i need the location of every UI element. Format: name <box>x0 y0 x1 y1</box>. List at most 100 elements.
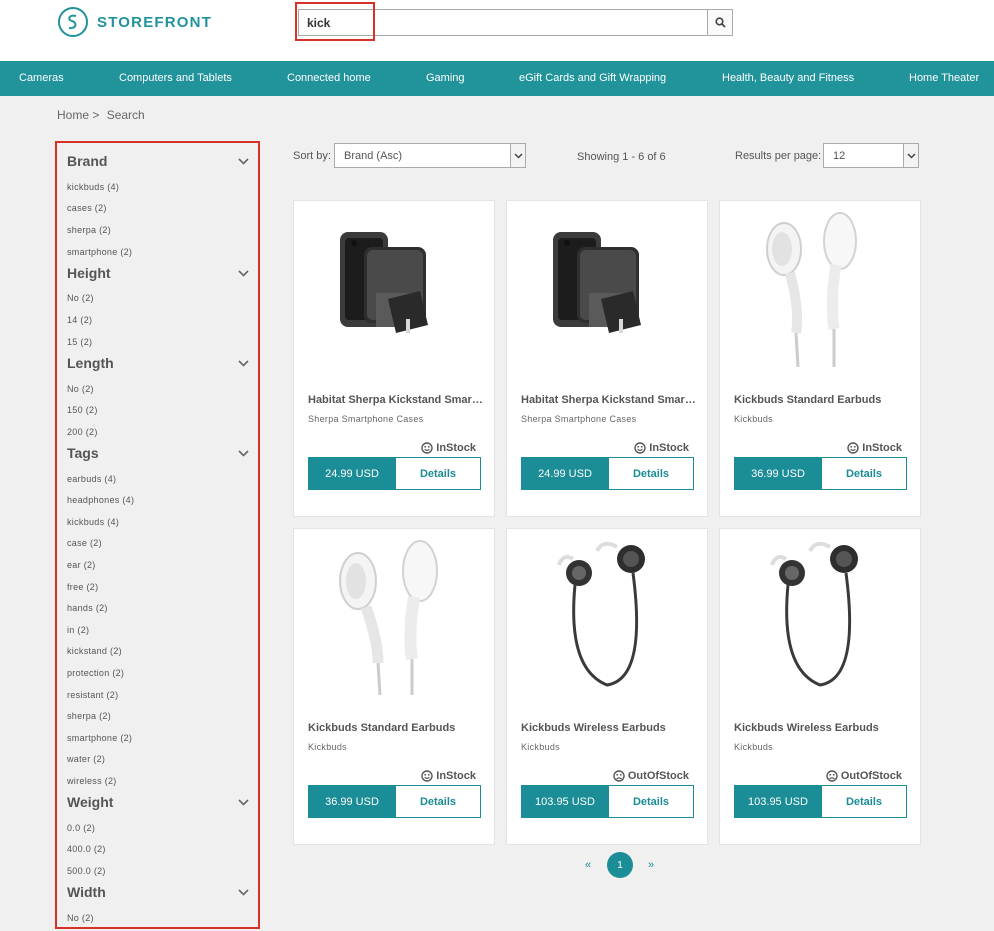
pagination-prev[interactable]: « <box>585 859 591 871</box>
facet-option[interactable]: No (2) <box>67 293 94 303</box>
facet-option[interactable]: case (2) <box>67 538 102 548</box>
details-button[interactable]: Details <box>608 785 694 818</box>
price-button[interactable]: 24.99 USD <box>308 457 396 490</box>
facet-option[interactable]: sherpa (2) <box>67 711 111 721</box>
product-image-white-earbuds[interactable] <box>720 201 920 381</box>
per-page-select[interactable]: 12 <box>823 143 919 168</box>
facet-option[interactable]: hands (2) <box>67 603 108 613</box>
price-button[interactable]: 103.95 USD <box>521 785 609 818</box>
search-input[interactable] <box>298 9 707 36</box>
nav-item-health-beauty[interactable]: Health, Beauty and Fitness <box>722 72 854 84</box>
facet-option[interactable]: wireless (2) <box>67 776 117 786</box>
product-name[interactable]: Kickbuds Wireless Earbuds <box>521 722 697 734</box>
product-name[interactable]: Habitat Sherpa Kickstand Smartphone Case <box>308 394 484 406</box>
product-card[interactable]: Kickbuds Wireless Earbuds Kickbuds OutOf… <box>719 528 921 845</box>
facet-option[interactable]: kickbuds (4) <box>67 517 119 527</box>
facet-option[interactable]: smartphone (2) <box>67 247 132 257</box>
product-name[interactable]: Habitat Sherpa Kickstand Smartphone Case <box>521 394 697 406</box>
details-button[interactable]: Details <box>395 457 481 490</box>
nav-item-home-theater[interactable]: Home Theater <box>909 72 979 84</box>
facet-option[interactable]: ear (2) <box>67 560 96 570</box>
facet-option[interactable]: sherpa (2) <box>67 225 111 235</box>
product-card[interactable]: Habitat Sherpa Kickstand Smartphone Case… <box>293 200 495 517</box>
sort-select[interactable]: Brand (Asc) <box>334 143 526 168</box>
price-button[interactable]: 36.99 USD <box>308 785 396 818</box>
nav-item-cameras[interactable]: Cameras <box>19 72 64 84</box>
facet-option[interactable]: 0.0 (2) <box>67 823 95 833</box>
product-card[interactable]: Habitat Sherpa Kickstand Smartphone Case… <box>506 200 708 517</box>
details-button[interactable]: Details <box>821 457 907 490</box>
nav-item-egift-cards[interactable]: eGift Cards and Gift Wrapping <box>519 72 666 84</box>
details-button[interactable]: Details <box>821 785 907 818</box>
logo[interactable]: STOREFRONT <box>58 7 212 37</box>
smile-icon <box>421 442 433 454</box>
chevron-down-icon[interactable] <box>238 270 249 277</box>
facet-option[interactable]: smartphone (2) <box>67 733 132 743</box>
facet-option[interactable]: 14 (2) <box>67 315 92 325</box>
facet-option[interactable]: water (2) <box>67 754 105 764</box>
product-name[interactable]: Kickbuds Standard Earbuds <box>734 394 910 406</box>
facet-title-length[interactable]: Length <box>67 355 114 371</box>
facet-option[interactable]: No (2) <box>67 913 94 923</box>
price-button[interactable]: 24.99 USD <box>521 457 609 490</box>
facet-option[interactable]: No (2) <box>67 384 94 394</box>
product-image-wireless-earbuds[interactable] <box>507 529 707 709</box>
stock-status-text: OutOfStock <box>627 770 689 782</box>
product-image-phone-case[interactable] <box>294 201 494 381</box>
nav-item-connected-home[interactable]: Connected home <box>287 72 371 84</box>
stock-status: InStock <box>421 770 476 782</box>
chevron-down-icon[interactable] <box>238 360 249 367</box>
product-image-white-earbuds[interactable] <box>294 529 494 709</box>
price-button[interactable]: 36.99 USD <box>734 457 822 490</box>
facet-option[interactable]: in (2) <box>67 625 89 635</box>
per-page-select-value: 12 <box>833 150 846 162</box>
stock-status: InStock <box>847 442 902 454</box>
product-image-wireless-earbuds[interactable] <box>720 529 920 709</box>
product-card[interactable]: Kickbuds Standard Earbuds Kickbuds InSto… <box>719 200 921 517</box>
product-image-phone-case[interactable] <box>507 201 707 381</box>
facet-option[interactable]: 500.0 (2) <box>67 866 106 876</box>
details-button[interactable]: Details <box>395 785 481 818</box>
sad-face-icon <box>826 770 838 782</box>
breadcrumb-current: Search <box>106 108 145 122</box>
facet-title-tags[interactable]: Tags <box>67 445 99 461</box>
nav-item-gaming[interactable]: Gaming <box>426 72 465 84</box>
facet-title-weight[interactable]: Weight <box>67 794 113 810</box>
chevron-down-icon[interactable] <box>238 799 249 806</box>
facet-option[interactable]: 150 (2) <box>67 405 98 415</box>
facet-option[interactable]: resistant (2) <box>67 690 118 700</box>
product-card[interactable]: Kickbuds Standard Earbuds Kickbuds InSto… <box>293 528 495 845</box>
facet-option[interactable]: protection (2) <box>67 668 124 678</box>
facet-option[interactable]: kickbuds (4) <box>67 182 119 192</box>
pagination-page-current[interactable]: 1 <box>607 852 633 878</box>
facet-option[interactable]: 15 (2) <box>67 337 92 347</box>
search-button[interactable] <box>707 9 733 36</box>
stock-status-text: OutOfStock <box>840 770 902 782</box>
product-brand: Sherpa Smartphone Cases <box>308 414 424 424</box>
product-name[interactable]: Kickbuds Wireless Earbuds <box>734 722 910 734</box>
facet-option[interactable]: headphones (4) <box>67 495 134 505</box>
price-button[interactable]: 103.95 USD <box>734 785 822 818</box>
chevron-down-icon[interactable] <box>238 450 249 457</box>
stock-status: OutOfStock <box>826 770 902 782</box>
details-button[interactable]: Details <box>608 457 694 490</box>
smile-icon <box>847 442 859 454</box>
chevron-down-icon[interactable] <box>238 889 249 896</box>
facet-option[interactable]: kickstand (2) <box>67 646 122 656</box>
facet-option[interactable]: earbuds (4) <box>67 474 116 484</box>
product-card[interactable]: Kickbuds Wireless Earbuds Kickbuds OutOf… <box>506 528 708 845</box>
facet-title-brand[interactable]: Brand <box>67 153 107 169</box>
breadcrumb-home[interactable]: Home > <box>57 108 99 122</box>
stock-status-text: InStock <box>862 442 902 454</box>
product-name[interactable]: Kickbuds Standard Earbuds <box>308 722 484 734</box>
chevron-down-icon[interactable] <box>238 158 249 165</box>
nav-item-computers-tablets[interactable]: Computers and Tablets <box>119 72 232 84</box>
facet-title-width[interactable]: Width <box>67 884 106 900</box>
facet-option[interactable]: 400.0 (2) <box>67 844 106 854</box>
facet-option[interactable]: cases (2) <box>67 203 107 213</box>
facet-title-height[interactable]: Height <box>67 265 111 281</box>
facet-option[interactable]: free (2) <box>67 582 98 592</box>
facet-option[interactable]: 200 (2) <box>67 427 98 437</box>
product-brand: Sherpa Smartphone Cases <box>521 414 637 424</box>
pagination-next[interactable]: » <box>648 859 654 871</box>
